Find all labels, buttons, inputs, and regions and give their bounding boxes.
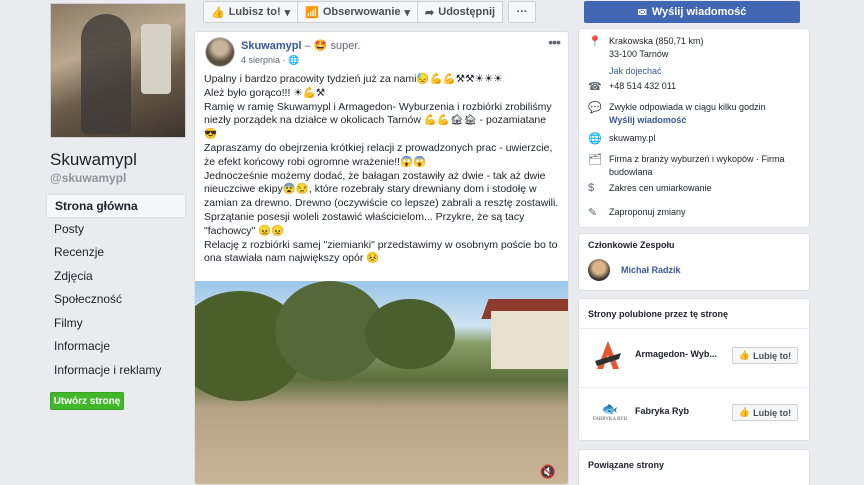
profile-cover-photo[interactable] [50,3,186,138]
related-pages-card: Powiązane strony [578,449,810,485]
tree-shape [365,299,455,369]
post-paragraph: Jednocześnie możemy dodać, że bałagan zo… [204,169,562,237]
liked-pages-title: Strony polubione przez tę stronę [588,309,729,319]
post-feeling: – 🤩 super. [304,40,361,52]
category-row: 🗂 Firma z branży wyburzeń i wykopów · Fi… [579,153,811,178]
logo-text: FABRYKA RYB [592,417,628,422]
share-label: Udostępnij [438,6,496,18]
category-link[interactable]: Firma z branży wyburzeń i wykopów · Firm… [601,153,801,178]
house-shape [491,311,568,369]
post-paragraph: Relację z rozbiórki samej "ziemianki" pr… [204,238,561,265]
like-button-label: Lubię to! [753,407,792,418]
page-title: Skuwamypl [50,150,137,169]
post-author-link[interactable]: Skuwamypl [241,40,302,52]
thumbs-up-icon: 👍 [738,350,751,360]
phone-row: ☎ +48 514 432 011 [579,80,811,93]
messenger-icon: ✉ [637,6,647,19]
share-arrow-icon: ➦ [425,6,435,19]
like-page-button[interactable]: 👍 Lubię to! [732,347,798,364]
nav-item-info-ads[interactable]: Informacje i reklamy [46,359,186,383]
post-paragraph: Ależ było gorąco!!! ☀💪⚒ [204,86,326,99]
thumbs-up-icon: 👍 [738,407,751,417]
cover-figure [81,14,131,134]
like-button-label: Lubię to! [753,350,792,361]
left-navigation: Strona główna Posty Recenzje Zdjęcia Spo… [46,194,186,382]
phone-icon: ☎ [588,81,602,93]
send-message-label: Wyślij wiadomość [651,6,747,18]
cover-wall [141,24,171,94]
tag-icon: 🗂 [588,154,602,166]
create-page-button[interactable]: Utwórz stronę [50,392,124,410]
send-message-button[interactable]: ✉ Wyślij wiadomość [584,1,800,23]
chevron-down-icon: ▾ [284,6,291,19]
fabryka-ryb-logo-icon[interactable]: 🐟 FABRYKA RYB [591,401,629,423]
dollar-icon: $ [588,182,595,194]
response-time: Zwykle odpowiada w ciągu kilku godzin [609,102,766,112]
post-header: Skuwamypl – 🤩 super. [241,39,361,52]
share-button[interactable]: ➦ Udostępnij [417,1,504,23]
globe-icon: 🌐 [588,133,602,145]
post-paragraph: Upalny i bardzo pracowity tydzień już za… [204,73,503,85]
related-pages-title: Powiązane strony [588,460,665,470]
mute-icon[interactable]: 🔇 [540,464,556,480]
website-row: 🌐 skuwamy.pl [579,132,811,145]
rss-icon: 📶 [305,6,319,19]
suggest-row: ✎ Zaproponuj zmiany [579,206,811,219]
location-pin-icon: 📍 [588,36,602,48]
nav-item-posts[interactable]: Posty [46,218,186,242]
response-row: 💬 Zwykle odpowiada w ciągu kilku godzin … [579,101,811,126]
member-name-link[interactable]: Michał Radzik [621,265,681,275]
follow-label: Obserwowanie [322,6,401,18]
like-page-button[interactable]: 👍 Lubisz to! ▾ [203,1,299,23]
send-message-link[interactable]: Wyślij wiadomość [609,115,686,125]
nav-item-community[interactable]: Społeczność [46,288,186,312]
directions-link[interactable]: Jak dojechać [609,66,662,76]
more-options-button[interactable]: ··· [508,1,537,23]
team-title: Członkowie Zespołu [588,240,675,250]
divider [579,328,809,329]
page-action-bar: 👍 Lubisz to! ▾ 📶 Obserwowanie ▾ ➦ Udostę… [203,1,537,23]
thumbs-up-icon: 👍 [211,6,225,19]
follow-button[interactable]: 📶 Obserwowanie ▾ [297,1,419,23]
chevron-down-icon: ▾ [404,6,411,19]
page-handle[interactable]: @skuwamypl [50,171,126,185]
messenger-icon: 💬 [588,102,602,114]
nav-item-videos[interactable]: Filmy [46,312,186,336]
nav-item-photos[interactable]: Zdjęcia [46,265,186,289]
nav-item-reviews[interactable]: Recenzje [46,241,186,265]
liked-pages-card: Strony polubione przez tę stronę Armaged… [578,298,810,441]
divider [579,387,809,388]
post-video[interactable]: 🔇 [195,281,568,484]
address-line1: Krakowska (850,71 km) [609,36,704,46]
price-row: $ Zakres cen umiarkowanie [579,182,811,195]
about-card: 📍 Krakowska (850,71 km) 33-100 Tarnów Ja… [578,28,810,228]
post-body: Upalny i bardzo pracowity tydzień już za… [204,73,562,266]
post-paragraph: Ramię w ramię Skuwamypl i Armagedon- Wyb… [204,100,555,141]
post-options-icon[interactable]: ••• [548,34,561,50]
phone-number: +48 514 432 011 [609,81,677,91]
nav-item-info[interactable]: Informacje [46,335,186,359]
team-card: Członkowie Zespołu Michał Radzik [578,233,810,291]
like-page-label: Lubisz to! [228,6,281,18]
liked-page-name[interactable]: Fabryka Ryb [635,406,689,416]
address-row: 📍 Krakowska (850,71 km) 33-100 Tarnów Ja… [579,35,811,82]
post-paragraph: Zapraszamy do obejrzenia krótkiej relacj… [204,141,556,168]
like-page-button[interactable]: 👍 Lubię to! [732,404,798,421]
nav-item-home[interactable]: Strona główna [46,194,186,218]
price-range: Zakres cen umiarkowanie [609,183,712,193]
armagedon-logo-icon[interactable] [593,339,623,371]
address-line2: 33-100 Tarnów [609,48,669,59]
post-card: Skuwamypl – 🤩 super. 4 sierpnia · 🌐 ••• … [194,31,569,485]
member-avatar[interactable] [588,259,610,281]
liked-page-name[interactable]: Armagedon- Wyb... [635,349,717,359]
website-link[interactable]: skuwamy.pl [601,132,801,145]
post-timestamp[interactable]: 4 sierpnia · 🌐 [241,55,299,66]
suggest-edits-link[interactable]: Zaproponuj zmiany [601,206,801,219]
author-avatar[interactable] [205,37,235,67]
pencil-icon: ✎ [588,207,598,219]
